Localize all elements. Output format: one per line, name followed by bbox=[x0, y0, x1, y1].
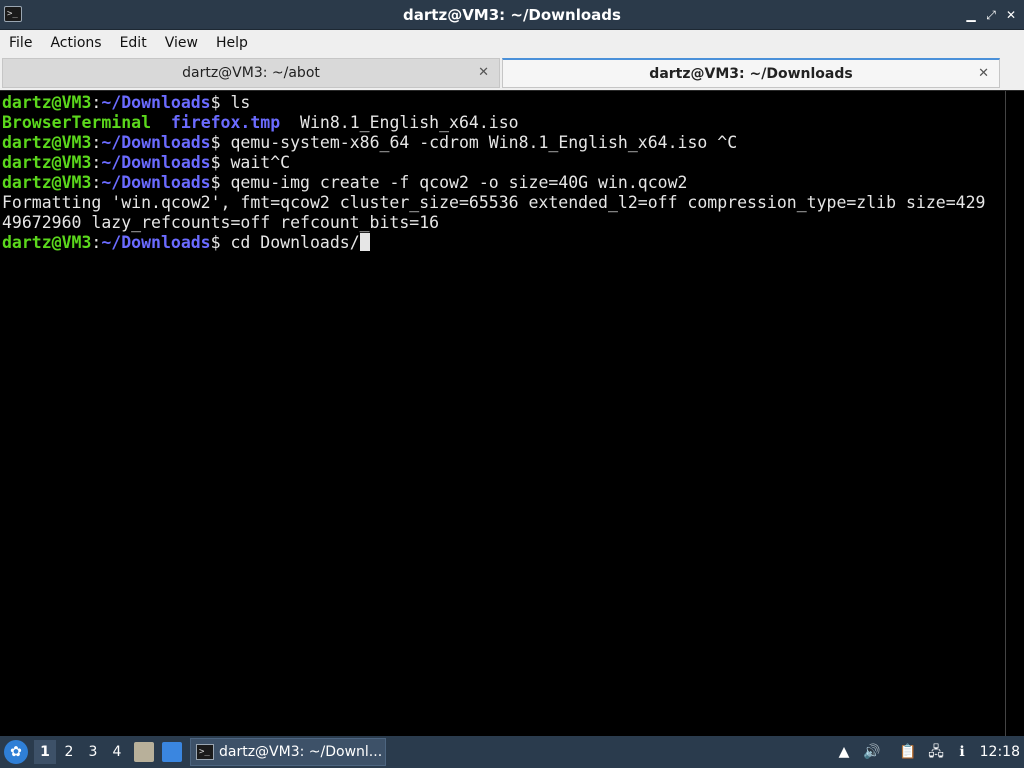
prompt-user: dartz@VM3 bbox=[2, 153, 92, 172]
menu-help[interactable]: Help bbox=[207, 30, 257, 56]
workspace-4[interactable]: 4 bbox=[106, 740, 128, 764]
prompt-user: dartz@VM3 bbox=[2, 133, 92, 152]
terminal-line: BrowserTerminal firefox.tmp Win8.1_Engli… bbox=[2, 113, 1002, 133]
tab-close-icon[interactable]: ✕ bbox=[978, 60, 989, 88]
menu-file[interactable]: File bbox=[0, 30, 41, 56]
taskbar: ✿ 1 2 3 4 >_ dartz@VM3: ~/Downl... ▲ 🔊 📋… bbox=[0, 736, 1024, 768]
prompt-separator: : bbox=[91, 233, 102, 252]
terminal-scrollbar[interactable] bbox=[1002, 91, 1024, 737]
prompt-user: dartz@VM3 bbox=[2, 173, 92, 192]
task-label: dartz@VM3: ~/Downl... bbox=[219, 744, 383, 760]
command-text: wait^C bbox=[220, 153, 291, 172]
terminal-line: dartz@VM3:~/Downloads$ cd Downloads/ bbox=[2, 233, 1002, 253]
prompt-path: ~/Downloads bbox=[101, 153, 211, 172]
clock[interactable]: 12:18 bbox=[980, 736, 1020, 768]
prompt-separator: : bbox=[91, 153, 102, 172]
prompt-separator: : bbox=[91, 93, 102, 112]
terminal-cursor bbox=[359, 233, 370, 251]
prompt-path: ~/Downloads bbox=[101, 173, 211, 192]
update-icon[interactable]: ℹ bbox=[952, 742, 972, 762]
tab-label: dartz@VM3: ~/abot bbox=[182, 65, 320, 81]
prompt-user: dartz@VM3 bbox=[2, 233, 92, 252]
workspace-1[interactable]: 1 bbox=[34, 740, 56, 764]
prompt-path: ~/Downloads bbox=[101, 93, 211, 112]
prompt-symbol: $ bbox=[210, 153, 221, 172]
command-text: qemu-img create -f qcow2 -o size=40G win… bbox=[220, 173, 688, 192]
workspace-2[interactable]: 2 bbox=[58, 740, 80, 764]
command-text: qemu-system-x86_64 -cdrom Win8.1_English… bbox=[220, 133, 738, 152]
output-text: 49672960 lazy_refcounts=off refcount_bit… bbox=[2, 213, 440, 232]
output-text: Formatting 'win.qcow2', fmt=qcow2 cluste… bbox=[2, 193, 986, 212]
terminal-area[interactable]: dartz@VM3:~/Downloads$ ls BrowserTerminal… bbox=[0, 90, 1024, 737]
prompt-symbol: $ bbox=[210, 133, 221, 152]
prompt-symbol: $ bbox=[210, 173, 221, 192]
ls-entry bbox=[151, 113, 171, 132]
tab-bar: dartz@VM3: ~/abot ✕ dartz@VM3: ~/Downloa… bbox=[0, 56, 1024, 90]
window-titlebar[interactable]: >_ dartz@VM3: ~/Downloads ▁ ⤢ ✕ bbox=[0, 0, 1024, 30]
task-terminal-button[interactable]: >_ dartz@VM3: ~/Downl... bbox=[190, 738, 386, 766]
terminal-line: dartz@VM3:~/Downloads$ qemu-img create -… bbox=[2, 173, 1002, 193]
ls-entry: Win8.1_English_x64.iso bbox=[280, 113, 519, 132]
terminal-line: dartz@VM3:~/Downloads$ wait^C bbox=[2, 153, 1002, 173]
close-button[interactable]: ✕ bbox=[1002, 6, 1020, 24]
menu-bar: File Actions Edit View Help bbox=[0, 30, 1024, 56]
command-text: cd Downloads/ bbox=[220, 233, 360, 252]
terminal-line: dartz@VM3:~/Downloads$ ls bbox=[2, 93, 1002, 113]
terminal-line: Formatting 'win.qcow2', fmt=qcow2 cluste… bbox=[2, 193, 1002, 213]
prompt-separator: : bbox=[91, 133, 102, 152]
tab-close-icon[interactable]: ✕ bbox=[478, 59, 489, 87]
menu-edit[interactable]: Edit bbox=[111, 30, 156, 56]
show-desktop-icon[interactable] bbox=[162, 742, 182, 762]
prompt-path: ~/Downloads bbox=[101, 133, 211, 152]
prompt-path: ~/Downloads bbox=[101, 233, 211, 252]
ls-entry: firefox.tmp bbox=[170, 113, 281, 132]
command-text: ls bbox=[220, 93, 251, 112]
tab-label: dartz@VM3: ~/Downloads bbox=[649, 66, 853, 82]
window-title: dartz@VM3: ~/Downloads bbox=[403, 6, 621, 24]
ls-entry: BrowserTerminal bbox=[2, 113, 152, 132]
menu-actions[interactable]: Actions bbox=[41, 30, 110, 56]
minimize-button[interactable]: ▁ bbox=[962, 6, 980, 24]
workspace-3[interactable]: 3 bbox=[82, 740, 104, 764]
terminal-output: dartz@VM3:~/Downloads$ ls BrowserTerminal… bbox=[2, 93, 1002, 253]
file-manager-icon[interactable] bbox=[134, 742, 154, 762]
network-icon[interactable]: 🖧 bbox=[926, 742, 946, 762]
menu-view[interactable]: View bbox=[156, 30, 207, 56]
prompt-separator: : bbox=[91, 173, 102, 192]
prompt-user: dartz@VM3 bbox=[2, 93, 92, 112]
prompt-symbol: $ bbox=[210, 233, 221, 252]
tab-downloads[interactable]: dartz@VM3: ~/Downloads ✕ bbox=[502, 58, 1000, 88]
maximize-button[interactable]: ⤢ bbox=[982, 6, 1000, 24]
scrollbar-thumb[interactable] bbox=[1005, 91, 1021, 737]
terminal-task-icon: >_ bbox=[196, 744, 214, 760]
clipboard-icon[interactable]: 📋 bbox=[898, 742, 918, 762]
notification-icon[interactable]: ▲ bbox=[834, 742, 854, 762]
start-menu-icon[interactable]: ✿ bbox=[4, 740, 28, 764]
tab-abot[interactable]: dartz@VM3: ~/abot ✕ bbox=[2, 58, 500, 88]
volume-icon[interactable]: 🔊 bbox=[862, 742, 882, 762]
terminal-line: dartz@VM3:~/Downloads$ qemu-system-x86_6… bbox=[2, 133, 1002, 153]
prompt-symbol: $ bbox=[210, 93, 221, 112]
terminal-line: 49672960 lazy_refcounts=off refcount_bit… bbox=[2, 213, 1002, 233]
